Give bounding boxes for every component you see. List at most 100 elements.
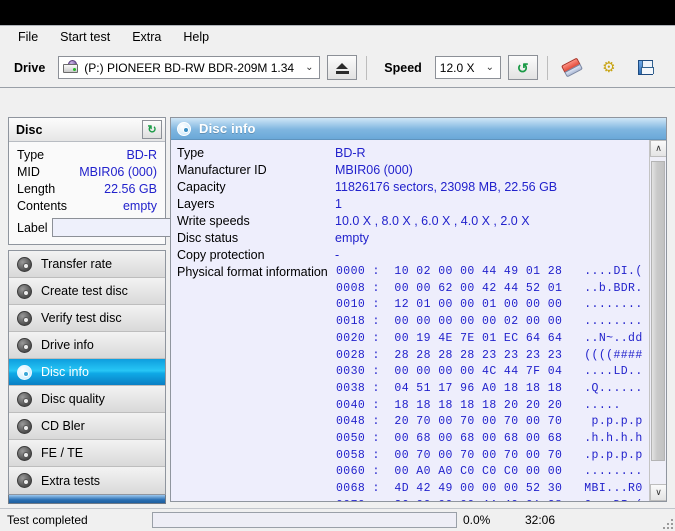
info-row-disc-status: Disc status empty — [177, 230, 650, 247]
disc-row-contents-key: Contents — [17, 199, 68, 213]
save-button[interactable] — [631, 55, 661, 80]
resize-grip-icon[interactable] — [661, 517, 673, 529]
hex-line: 0058 : 00 70 00 70 00 70 00 70 .p.p.p.p — [336, 448, 643, 462]
disc-summary-panel: Disc ↻ Type BD-R MID MBIR06 (000) Length… — [8, 117, 255, 245]
sidebar-item-label: Verify test disc — [41, 311, 122, 325]
disc-properties: Type BD-R MID MBIR06 (000) Length 22.56 … — [9, 142, 255, 244]
sidebar-item-drive-info[interactable]: Drive info — [9, 332, 165, 359]
info-row-value: 10.0 X , 8.0 X , 6.0 X , 4.0 X , 2.0 X — [335, 214, 530, 228]
disc-row-mid-key: MID — [17, 165, 40, 179]
hex-dump: 0000 : 10 02 00 00 44 49 01 28 ....DI.( … — [335, 264, 643, 501]
drive-select-value: (P:) PIONEER BD-RW BDR-209M 1.34 — [84, 60, 295, 75]
info-row-key: Copy protection — [177, 248, 265, 262]
hex-line: 0008 : 00 00 62 00 42 44 52 01 ..b.BDR. — [336, 281, 643, 295]
disc-panel-header: Disc ↻ — [9, 118, 165, 142]
disc-icon — [17, 473, 32, 488]
main-area: Disc ↻ Type BD-R MID MBIR06 (000) Length… — [0, 89, 675, 531]
sidebar-item-label: FE / TE — [41, 446, 84, 460]
hex-line: 0070 : 36 00 00 00 44 49 01 28 6...DI.( — [336, 498, 643, 501]
info-row-capacity: Capacity 11826176 sectors, 23098 MB, 22.… — [177, 179, 650, 196]
disc-icon — [17, 310, 32, 326]
disc-icon — [17, 445, 32, 461]
info-row-value: MBIR06 (000) — [335, 163, 413, 177]
floppy-save-icon — [638, 60, 655, 75]
disc-row-mid: MID MBIR06 (000) — [15, 164, 159, 181]
disc-row-length-key: Length — [17, 182, 56, 196]
disc-icon — [177, 121, 191, 136]
info-row-key: Type — [177, 146, 205, 160]
sidebar-item-extra-tests[interactable]: Extra tests — [9, 467, 165, 494]
menu-item-extra[interactable]: Extra — [122, 27, 171, 47]
scroll-up-button[interactable]: ∧ — [650, 140, 666, 157]
sidebar-item-cd-bler[interactable]: CD Bler — [9, 413, 165, 440]
info-row-manufacturer-id: Manufacturer ID MBIR06 (000) — [177, 162, 650, 179]
disc-icon — [17, 256, 32, 272]
toolbar: Drive (P:) PIONEER BD-RW BDR-209M 1.34 ⌄… — [0, 48, 675, 88]
drive-select[interactable]: (P:) PIONEER BD-RW BDR-209M 1.34 ⌄ — [58, 56, 321, 79]
toolbar-divider-2 — [546, 55, 548, 80]
optical-drive-icon — [63, 60, 80, 75]
speed-select-value: 12.0 X — [439, 60, 475, 75]
disc-row-mid-value: MBIR06 (000) — [79, 165, 157, 179]
eraser-icon — [560, 57, 583, 78]
chevron-down-icon: ⌄ — [305, 62, 314, 73]
menu-item-start-test[interactable]: Start test — [50, 27, 120, 47]
speed-select[interactable]: 12.0 X ⌄ — [434, 56, 501, 79]
toolbar-divider-1 — [366, 55, 368, 80]
refresh-button[interactable]: ↺ — [507, 55, 538, 80]
info-row-key: Manufacturer ID — [177, 163, 267, 177]
settings-button[interactable]: ⚙ — [594, 55, 624, 80]
hex-line: 0038 : 04 51 17 96 A0 18 18 18 .Q...... — [336, 381, 643, 395]
sidebar-scroll-strip[interactable] — [8, 495, 166, 504]
eject-button[interactable] — [327, 55, 358, 80]
menu-item-help[interactable]: Help — [173, 27, 219, 47]
chevron-down-icon: ⌄ — [485, 62, 494, 73]
status-bar: Test completed 0.0% 32:06 — [0, 508, 675, 531]
disc-label-row: Label — [15, 217, 255, 238]
scrollbar-thumb[interactable] — [651, 161, 665, 461]
drive-label: Drive — [14, 60, 46, 75]
speed-label: Speed — [384, 60, 422, 75]
sidebar-item-label: Transfer rate — [41, 257, 113, 271]
hex-line: 0060 : 00 A0 A0 C0 C0 C0 00 00 ........ — [336, 465, 643, 479]
elapsed-time: 32:06 — [525, 513, 556, 527]
disc-icon — [17, 283, 32, 299]
info-row-value: BD-R — [335, 146, 366, 160]
info-row-key: Capacity — [177, 180, 226, 194]
scroll-down-button[interactable]: ∨ — [650, 484, 666, 501]
disc-panel-title: Disc — [16, 122, 43, 137]
info-row-value: 1 — [335, 197, 342, 211]
menu-item-file[interactable]: File — [8, 27, 48, 47]
hex-line: 0050 : 00 68 00 68 00 68 00 68 .h.h.h.h — [336, 432, 643, 446]
disc-refresh-button[interactable]: ↻ — [142, 120, 162, 139]
sidebar-item-label: CD Bler — [41, 419, 85, 433]
application-window: File Start test Extra Help Drive (P:) PI… — [0, 25, 675, 531]
eject-icon — [335, 62, 349, 74]
disc-row-contents-value: empty — [122, 199, 157, 213]
menu-bar: File Start test Extra Help — [0, 26, 675, 48]
hex-line: 0020 : 00 19 4E 7E 01 EC 64 64 ..N~..dd — [336, 331, 643, 345]
sidebar-item-create-test-disc[interactable]: Create test disc — [9, 278, 165, 305]
sidebar-item-fe-te[interactable]: FE / TE — [9, 440, 165, 467]
info-row-physical-format-information: Physical format information 0000 : 10 02… — [177, 264, 650, 501]
disc-row-contents: Contents empty — [15, 198, 159, 215]
hex-line: 0000 : 10 02 00 00 44 49 01 28 ....DI.( — [336, 265, 643, 278]
sidebar-item-disc-quality[interactable]: Disc quality — [9, 386, 165, 413]
content-vertical-scrollbar[interactable]: ∧ ∨ — [649, 140, 666, 501]
disc-row-type: Type BD-R — [15, 147, 159, 164]
sidebar-item-label: Extra tests — [41, 473, 101, 488]
info-row-key: Write speeds — [177, 214, 250, 228]
hex-line: 0040 : 18 18 18 18 18 20 20 20 ..... — [336, 398, 621, 412]
hex-line: 0018 : 00 00 00 00 00 02 00 00 ........ — [336, 315, 643, 329]
sidebar-item-label: Drive info — [41, 338, 94, 352]
scrollbar-track[interactable] — [650, 157, 666, 484]
sidebar-item-disc-info[interactable]: Disc info — [9, 359, 165, 386]
sidebar-item-label: Disc quality — [41, 392, 105, 406]
sidebar-item-transfer-rate[interactable]: Transfer rate — [9, 251, 165, 278]
sidebar-item-verify-test-disc[interactable]: Verify test disc — [9, 305, 165, 332]
erase-button[interactable] — [557, 55, 587, 80]
progress-bar — [152, 512, 457, 528]
info-row-write-speeds: Write speeds 10.0 X , 8.0 X , 6.0 X , 4.… — [177, 213, 650, 230]
hex-line: 0030 : 00 00 00 00 4C 44 7F 04 ....LD.. — [336, 365, 643, 379]
sidebar-item-label: Disc info — [41, 365, 89, 379]
